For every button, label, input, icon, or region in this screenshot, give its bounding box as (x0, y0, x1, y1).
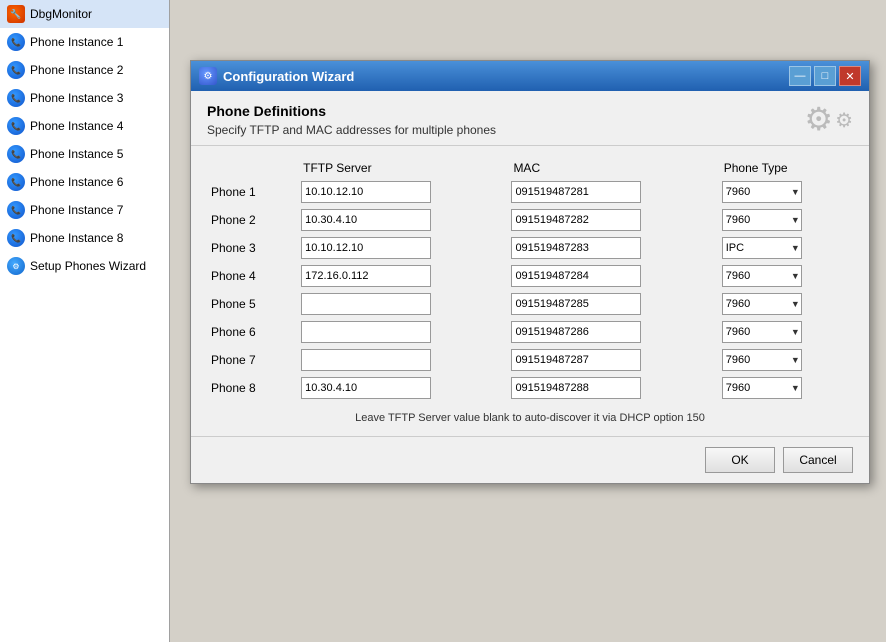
mac-input-6[interactable] (511, 321, 641, 343)
phone-icon: 📞 (6, 172, 26, 192)
gear-big-icon: ⚙ (804, 103, 833, 135)
phone-type-select-1[interactable]: 7960IPC79407905 (722, 181, 802, 203)
table-row: Phone 87960IPC79407905▼ (207, 374, 853, 402)
dbg-icon: 🔧 (6, 4, 26, 24)
tftp-input-6[interactable] (301, 321, 431, 343)
sidebar-item-phone8[interactable]: 📞 Phone Instance 8 (0, 224, 169, 252)
main-area: ⚙ Configuration Wizard — □ ✕ Phone Defin… (170, 0, 886, 642)
phone-type-select-7[interactable]: 7960IPC79407905 (722, 349, 802, 371)
tftp-input-5[interactable] (301, 293, 431, 315)
tftp-input-2[interactable] (301, 209, 431, 231)
sidebar-label-phone5: Phone Instance 5 (30, 147, 123, 161)
sidebar-item-phone4[interactable]: 📞 Phone Instance 4 (0, 112, 169, 140)
phone-label-7: Phone 7 (207, 346, 297, 374)
sidebar-label-phone2: Phone Instance 2 (30, 63, 123, 77)
dialog-header: Phone Definitions Specify TFTP and MAC a… (191, 91, 869, 146)
mac-input-8[interactable] (511, 377, 641, 399)
phone-type-select-8[interactable]: 7960IPC79407905 (722, 377, 802, 399)
sidebar-item-phone7[interactable]: 📞 Phone Instance 7 (0, 196, 169, 224)
phone-icon: 📞 (6, 200, 26, 220)
phone-icon: 📞 (6, 228, 26, 248)
ok-button[interactable]: OK (705, 447, 775, 473)
mac-input-2[interactable] (511, 209, 641, 231)
dialog-header-subtitle: Specify TFTP and MAC addresses for multi… (207, 123, 496, 137)
dialog-titlebar: ⚙ Configuration Wizard — □ ✕ (191, 61, 869, 91)
setup-icon: ⚙ (6, 256, 26, 276)
sidebar-label-phone6: Phone Instance 6 (30, 175, 123, 189)
phone-label-2: Phone 2 (207, 206, 297, 234)
maximize-button[interactable]: □ (814, 66, 836, 86)
tftp-input-8[interactable] (301, 377, 431, 399)
sidebar-label-phone4: Phone Instance 4 (30, 119, 123, 133)
dialog-body: Phone Definitions Specify TFTP and MAC a… (191, 91, 869, 483)
cancel-button[interactable]: Cancel (783, 447, 853, 473)
dialog-content: TFTP Server MAC Phone Type Phone 1 7960IP… (191, 146, 869, 436)
table-row: Phone 77960IPC79407905▼ (207, 346, 853, 374)
phone-label-4: Phone 4 (207, 262, 297, 290)
dialog-title-left: ⚙ Configuration Wizard (199, 67, 354, 85)
phone-icon: 📞 (6, 60, 26, 80)
phone-type-select-5[interactable]: 7960IPC79407905 (722, 293, 802, 315)
phone-table: TFTP Server MAC Phone Type Phone 1 7960IP… (207, 158, 853, 402)
table-row: Phone 47960IPC79407905▼ (207, 262, 853, 290)
phone-label-1: Phone 1 (207, 178, 297, 206)
config-wizard-dialog: ⚙ Configuration Wizard — □ ✕ Phone Defin… (190, 60, 870, 484)
dialog-header-title: Phone Definitions (207, 103, 496, 119)
table-row: Phone 57960IPC79407905▼ (207, 290, 853, 318)
dialog-title: Configuration Wizard (223, 69, 354, 84)
gear-decoration: ⚙ ⚙ (804, 103, 853, 135)
tftp-input-1[interactable] (301, 181, 431, 203)
sidebar: 🔧 DbgMonitor 📞 Phone Instance 1 📞 Phone Insta… (0, 0, 170, 642)
mac-input-4[interactable] (511, 265, 641, 287)
wizard-icon: ⚙ (199, 67, 217, 85)
col-header-tftp: TFTP Server (297, 158, 507, 178)
tftp-input-4[interactable] (301, 265, 431, 287)
dialog-header-text: Phone Definitions Specify TFTP and MAC a… (207, 103, 496, 137)
sidebar-label-phone7: Phone Instance 7 (30, 203, 123, 217)
phone-type-select-3[interactable]: 7960IPC79407905 (722, 237, 802, 259)
sidebar-label-setup: Setup Phones Wizard (30, 259, 146, 273)
sidebar-label-phone8: Phone Instance 8 (30, 231, 123, 245)
mac-input-1[interactable] (511, 181, 641, 203)
phone-type-select-6[interactable]: 7960IPC79407905 (722, 321, 802, 343)
table-row: Phone 17960IPC79407905▼ (207, 178, 853, 206)
sidebar-item-dbgmonitor[interactable]: 🔧 DbgMonitor (0, 0, 169, 28)
phone-label-3: Phone 3 (207, 234, 297, 262)
tftp-input-3[interactable] (301, 237, 431, 259)
sidebar-item-phone2[interactable]: 📞 Phone Instance 2 (0, 56, 169, 84)
table-row: Phone 67960IPC79407905▼ (207, 318, 853, 346)
close-button[interactable]: ✕ (839, 66, 861, 86)
sidebar-item-phone1[interactable]: 📞 Phone Instance 1 (0, 28, 169, 56)
phone-type-select-4[interactable]: 7960IPC79407905 (722, 265, 802, 287)
phone-type-select-2[interactable]: 7960IPC79407905 (722, 209, 802, 231)
gear-small-icon: ⚙ (835, 111, 853, 135)
mac-input-3[interactable] (511, 237, 641, 259)
col-header-mac: MAC (507, 158, 717, 178)
table-row: Phone 37960IPC79407905▼ (207, 234, 853, 262)
phone-icon: 📞 (6, 144, 26, 164)
sidebar-label-phone3: Phone Instance 3 (30, 91, 123, 105)
sidebar-item-phone3[interactable]: 📞 Phone Instance 3 (0, 84, 169, 112)
phone-icon: 📞 (6, 116, 26, 136)
sidebar-item-phone6[interactable]: 📞 Phone Instance 6 (0, 168, 169, 196)
phone-icon: 📞 (6, 88, 26, 108)
phone-label-6: Phone 6 (207, 318, 297, 346)
sidebar-item-setup[interactable]: ⚙ Setup Phones Wizard (0, 252, 169, 280)
hint-text: Leave TFTP Server value blank to auto-di… (207, 412, 853, 424)
minimize-button[interactable]: — (789, 66, 811, 86)
phone-icon: 📞 (6, 32, 26, 52)
mac-input-7[interactable] (511, 349, 641, 371)
col-header-type: Phone Type (718, 158, 853, 178)
phone-label-5: Phone 5 (207, 290, 297, 318)
tftp-input-7[interactable] (301, 349, 431, 371)
table-row: Phone 27960IPC79407905▼ (207, 206, 853, 234)
dialog-controls: — □ ✕ (789, 66, 861, 86)
col-header-label (207, 158, 297, 178)
sidebar-item-phone5[interactable]: 📞 Phone Instance 5 (0, 140, 169, 168)
mac-input-5[interactable] (511, 293, 641, 315)
phone-label-8: Phone 8 (207, 374, 297, 402)
sidebar-label-dbgmonitor: DbgMonitor (30, 7, 92, 21)
dialog-footer: OK Cancel (191, 436, 869, 483)
sidebar-label-phone1: Phone Instance 1 (30, 35, 123, 49)
